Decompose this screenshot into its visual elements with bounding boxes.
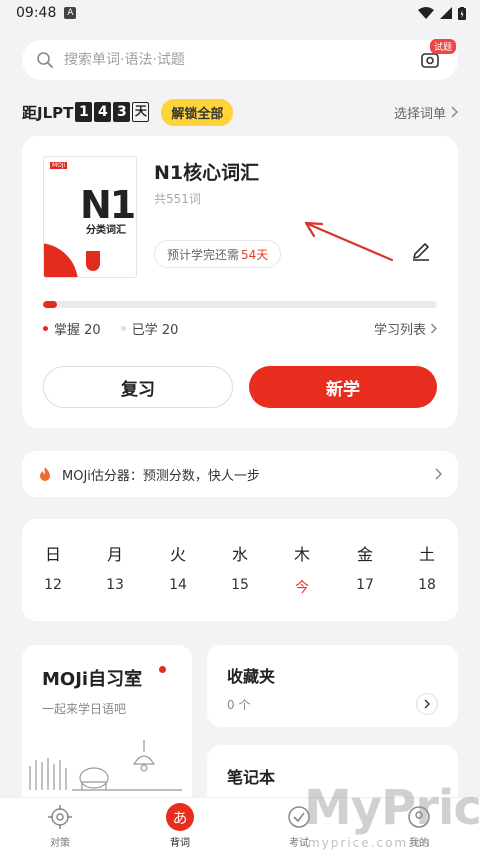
choose-word-list-label: 选择词单: [393, 106, 446, 122]
jlpt-prefix: 距JLPT: [22, 103, 74, 122]
annotation-arrow-icon: [304, 221, 394, 262]
tab-strategy-label: 对策: [50, 838, 70, 849]
chevron-right-icon: [424, 699, 430, 709]
status-left: 09:48 A: [16, 5, 77, 21]
favorites-count: 0 个: [227, 698, 251, 712]
calendar-date[interactable]: 17: [345, 577, 385, 593]
wifi-icon: [418, 7, 434, 19]
red-dot-icon: [159, 666, 166, 673]
choose-word-list-link[interactable]: 选择词单: [394, 103, 458, 122]
stat-mastered: 掌握 20: [43, 319, 101, 338]
cover-subtitle: 分类词汇: [86, 225, 126, 236]
stat-mastered-label: 掌握 20: [54, 322, 101, 338]
calendar-date-today[interactable]: 今: [282, 577, 322, 597]
learning-progress-fill: [43, 301, 58, 308]
watermark: MyPrice: [304, 780, 480, 836]
word-book-card: MOJi N1 分类词汇 N1核心词汇 共551词 预计学完还需 54天 掌握 …: [22, 136, 458, 428]
weekday-label: 火: [169, 545, 186, 564]
weekday-label: 土: [418, 545, 435, 564]
tab-words-icon-wrap: あ: [145, 803, 215, 831]
countdown-day-unit: 天: [132, 102, 150, 122]
edit-pencil-icon[interactable]: [410, 240, 432, 262]
study-room-title: MOJi自习室: [42, 669, 143, 690]
learning-progress-bar: [43, 301, 437, 308]
status-right: [418, 6, 466, 20]
status-bar: 09:48 A: [0, 0, 480, 26]
red-dot-icon: [43, 325, 48, 331]
status-time: 09:48: [16, 5, 57, 21]
calendar-date[interactable]: 18: [407, 577, 447, 593]
stats-row: 掌握 20 已学 20 学习列表: [43, 318, 437, 338]
book-word-count: 共551词: [154, 192, 201, 206]
learn-list-link[interactable]: 学习列表: [374, 319, 437, 338]
scan-question-button[interactable]: 试题: [416, 39, 456, 74]
hiragana-a-icon: あ: [166, 803, 194, 831]
estimate-days: 54天: [241, 247, 269, 262]
chevron-right-icon: [430, 322, 437, 334]
calendar-date[interactable]: 13: [95, 577, 135, 593]
search-icon: [37, 52, 53, 68]
watermark-url: myprice.com.cn: [308, 836, 433, 850]
tab-strategy[interactable]: 对策: [25, 804, 95, 849]
stat-learned-label: 已学 20: [131, 322, 179, 338]
grey-dot-icon: [120, 325, 126, 331]
favorites-arrow-button[interactable]: [416, 693, 438, 715]
favorites-card[interactable]: 收藏夹 0 个: [207, 645, 458, 727]
weekday-label: 水: [231, 545, 248, 564]
study-room-subtitle: 一起来学日语吧: [42, 702, 127, 716]
notification-a-icon: A: [64, 7, 77, 19]
tab-words-label: 背词: [170, 838, 190, 849]
battery-icon: [458, 6, 466, 20]
score-estimator-text: MOJi估分器：预测分数，快人一步: [62, 468, 260, 484]
weekday-label: 日: [44, 545, 61, 564]
calendar-date[interactable]: 12: [33, 577, 73, 593]
estimate-prefix: 预计学完还需: [167, 247, 240, 262]
notebook-title: 笔记本: [227, 768, 276, 787]
calendar-date[interactable]: 15: [220, 577, 260, 593]
score-estimator-banner[interactable]: MOJi估分器：预测分数，快人一步: [22, 451, 458, 497]
review-button[interactable]: 复习: [43, 366, 233, 408]
learn-list-label: 学习列表: [373, 322, 426, 338]
new-learn-button[interactable]: 新学: [249, 366, 437, 408]
weekday-label: 金: [356, 545, 373, 564]
countdown-digit: 1: [75, 102, 93, 122]
stat-learned: 已学 20: [120, 319, 179, 338]
target-icon: [25, 804, 95, 830]
scan-badge: 试题: [429, 39, 456, 54]
search-input[interactable]: [64, 52, 406, 68]
countdown-digit: 4: [94, 102, 112, 122]
favorites-title: 收藏夹: [227, 667, 276, 686]
study-room-card[interactable]: MOJi自习室 一起来学日语吧: [22, 645, 192, 815]
flame-icon: [40, 467, 50, 481]
calendar-date[interactable]: 14: [158, 577, 198, 593]
weekday-label: 木: [293, 545, 310, 564]
cover-red-shape: [86, 251, 100, 271]
chevron-right-icon: [451, 106, 458, 118]
tab-exam-label: 考试: [289, 838, 309, 849]
book-title: N1核心词汇: [154, 162, 260, 184]
countdown-digit: 3: [113, 102, 131, 122]
book-cover[interactable]: MOJi N1 分类词汇: [43, 156, 137, 278]
chevron-right-icon: [435, 468, 442, 480]
weekday-label: 月: [106, 545, 123, 564]
jlpt-countdown-row: 距JLPT 1 4 3 天 解锁全部 选择词单: [22, 97, 458, 127]
unlock-all-button[interactable]: 解锁全部: [161, 98, 234, 126]
week-calendar: 日 月 火 水 木 金 土 12 13 14 15 今 17 18: [22, 519, 458, 621]
search-bar[interactable]: 试题: [22, 39, 458, 80]
cover-red-shape: [44, 243, 78, 277]
signal-icon: [440, 7, 452, 19]
estimate-pill: 预计学完还需 54天: [154, 240, 282, 268]
tab-words[interactable]: あ 背词: [145, 803, 215, 849]
cover-brand: MOJi: [50, 162, 68, 169]
